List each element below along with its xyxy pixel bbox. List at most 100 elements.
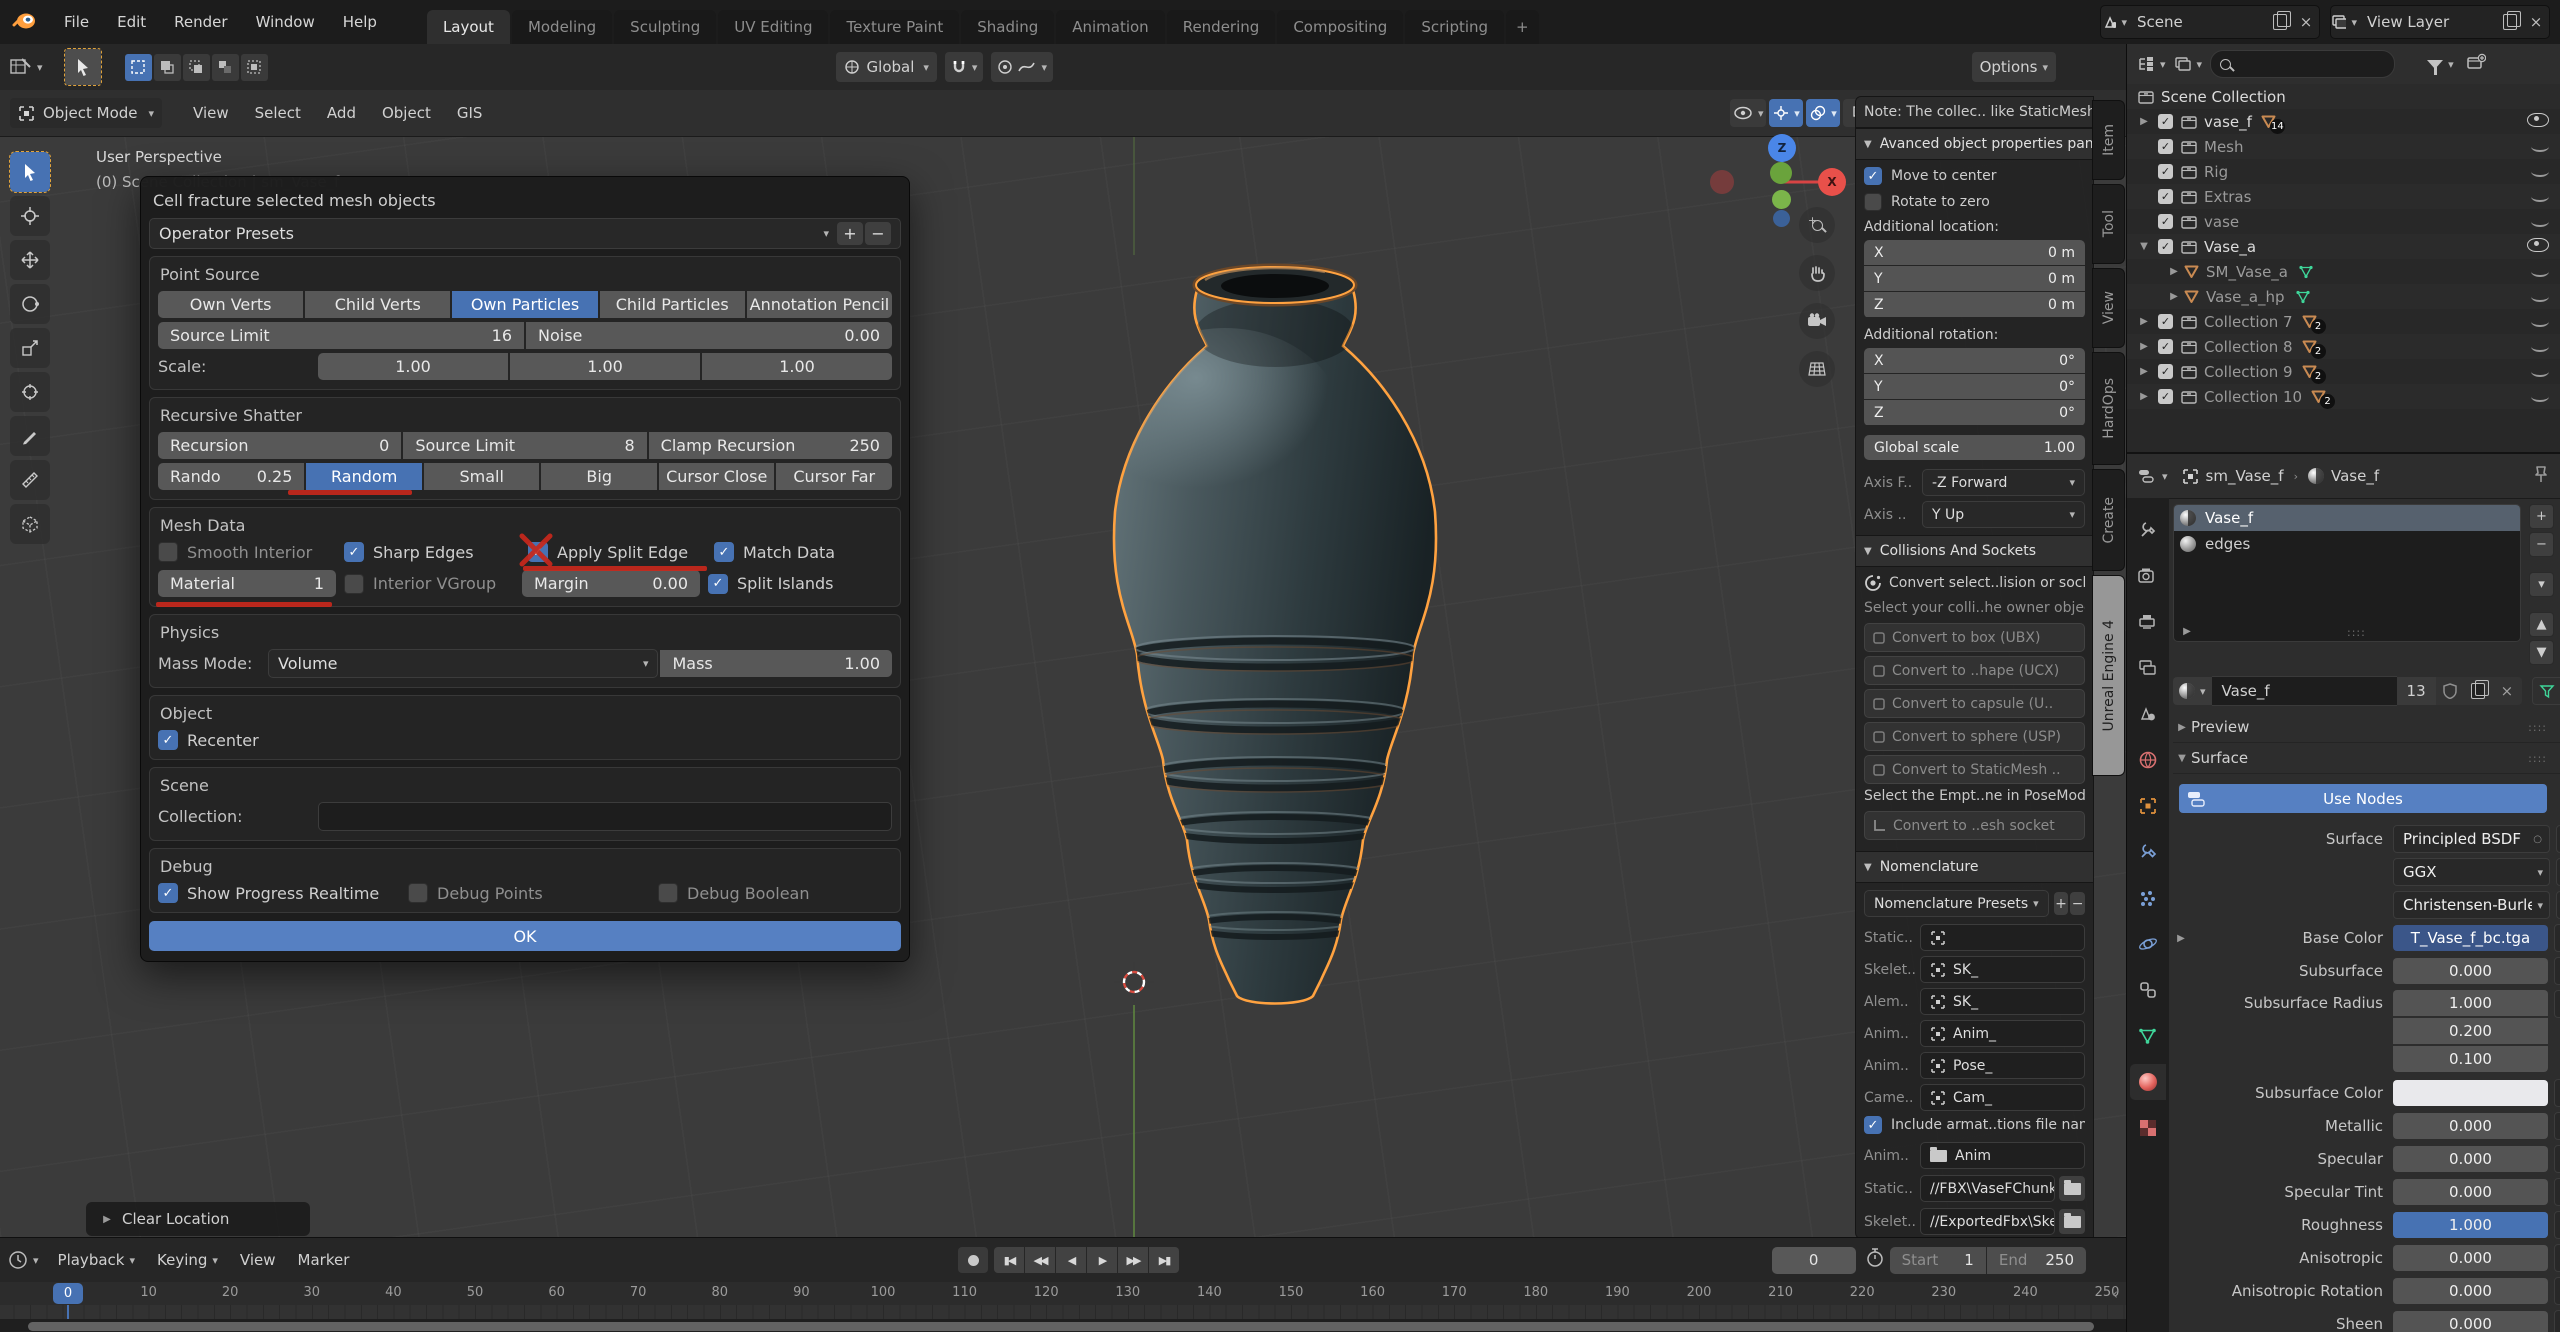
properties-tab-physics[interactable] bbox=[2130, 926, 2166, 962]
convert-collision-button[interactable]: Convert select..lision or socket bbox=[1864, 574, 2085, 592]
visibility-eye-icon[interactable] bbox=[2531, 263, 2549, 281]
point-source-own-particles[interactable]: Own Particles bbox=[452, 291, 597, 318]
gizmo-axis-x-neg[interactable] bbox=[1710, 170, 1734, 194]
gizmo-axis-y[interactable] bbox=[1770, 162, 1792, 184]
prop-metallic-slider[interactable]: 0.000 bbox=[2393, 1113, 2548, 1139]
playhead-frame-badge[interactable]: 0 bbox=[53, 1283, 83, 1304]
clear-location-panel[interactable]: ▶Clear Location bbox=[86, 1202, 310, 1236]
prop-ggx-link-button[interactable]: ○ bbox=[2556, 858, 2560, 886]
visibility-eye-icon[interactable] bbox=[2531, 188, 2549, 206]
select-mode-invert-button[interactable] bbox=[212, 54, 239, 81]
vase-object[interactable] bbox=[1075, 238, 1475, 1028]
material-unlink-button[interactable]: × bbox=[2492, 677, 2523, 705]
collision-button-0[interactable]: Convert to box (UBX) bbox=[1864, 623, 2085, 652]
prop-subsurface-link-button[interactable]: ○ bbox=[2554, 957, 2560, 985]
transform-orientation-dropdown[interactable]: Global▾ bbox=[836, 52, 937, 82]
outliner-item-collection-7[interactable]: ▶✓Collection 72 bbox=[2127, 309, 2560, 334]
axis-up-dropdown[interactable]: Y Up▾ bbox=[1922, 501, 2085, 528]
tool-select-button[interactable] bbox=[10, 152, 50, 192]
collision-button-2[interactable]: Convert to capsule (U.. bbox=[1864, 689, 2085, 718]
prop-christensen-burley-dropdown[interactable]: Christensen-Burley▾ bbox=[2393, 891, 2550, 919]
prop-metallic-link-button[interactable]: ○ bbox=[2554, 1112, 2560, 1140]
slot-specials-button[interactable]: ▾ bbox=[2529, 572, 2554, 597]
outliner-display-mode-button[interactable]: ▾ bbox=[2174, 56, 2203, 72]
outliner-item-collection-10[interactable]: ▶✓Collection 102 bbox=[2127, 384, 2560, 409]
tool-cursor-button[interactable] bbox=[10, 196, 50, 236]
prefix-input-4[interactable]: Pose_ bbox=[1920, 1052, 2085, 1079]
properties-tab-tool[interactable] bbox=[2130, 512, 2166, 548]
point-source-own-verts[interactable]: Own Verts bbox=[158, 291, 303, 318]
menu-edit[interactable]: Edit bbox=[103, 7, 160, 37]
preview-panel-header[interactable]: ▶Preview :::: bbox=[2173, 712, 2560, 743]
recursion-source-limit-field[interactable]: Source Limit8 bbox=[403, 432, 646, 459]
interior-vgroup-checkbox[interactable]: Interior VGroup bbox=[344, 574, 522, 594]
rotation-z-field[interactable]: Z0° bbox=[1864, 400, 2085, 425]
collision-button-4[interactable]: Convert to StaticMesh .. bbox=[1864, 755, 2085, 784]
snap-toggle-button[interactable]: ▾ bbox=[945, 52, 984, 82]
recenter-checkbox[interactable]: Recenter bbox=[158, 730, 892, 750]
view-layer-name[interactable]: View Layer bbox=[2357, 13, 2497, 31]
tool-scale-button[interactable] bbox=[10, 328, 50, 368]
nomenclature-remove-button[interactable]: − bbox=[2070, 892, 2085, 915]
material-slot-Vase_f[interactable]: Vase_f bbox=[2174, 505, 2520, 531]
n-panel-tab-hardops[interactable]: HardOps bbox=[2092, 352, 2125, 465]
point-source-child-particles[interactable]: Child Particles bbox=[600, 291, 745, 318]
proportional-editing-button[interactable]: ▾ bbox=[991, 52, 1053, 82]
select-mode-extend-button[interactable] bbox=[154, 54, 181, 81]
menu-help[interactable]: Help bbox=[329, 7, 391, 37]
workspace-tab-layout[interactable]: Layout bbox=[427, 10, 510, 44]
smooth-interior-checkbox[interactable]: Smooth Interior bbox=[158, 542, 344, 562]
outliner-checkbox[interactable]: ✓ bbox=[2158, 339, 2173, 354]
scale-field-0[interactable]: 1.00 bbox=[318, 353, 508, 380]
scale-field-1[interactable]: 1.00 bbox=[510, 353, 700, 380]
workspace-tab-texture-paint[interactable]: Texture Paint bbox=[830, 10, 959, 44]
collisions-header[interactable]: ▼Collisions And Sockets bbox=[1856, 535, 2093, 567]
match-data-checkbox[interactable]: Match Data bbox=[714, 542, 892, 562]
debug-points-checkbox[interactable]: Debug Points bbox=[408, 883, 658, 903]
noise-field[interactable]: Noise0.00 bbox=[526, 322, 892, 349]
properties-tab-output[interactable] bbox=[2130, 604, 2166, 640]
anim-folder-field[interactable]: Anim bbox=[1920, 1142, 2085, 1169]
visibility-eye-icon[interactable] bbox=[2531, 313, 2549, 331]
prefix-input-1[interactable]: SK_ bbox=[1920, 956, 2085, 983]
rotation-x-field[interactable]: X0° bbox=[1864, 348, 2085, 373]
n-panel-tab-create[interactable]: Create bbox=[2092, 469, 2125, 571]
include-armature-checkbox[interactable]: Include armat..tions file name bbox=[1864, 1116, 2085, 1134]
operator-presets-dropdown[interactable]: Operator Presets▾ + − bbox=[149, 218, 901, 249]
properties-tab-object-data[interactable] bbox=[2130, 1018, 2166, 1054]
pan-widget[interactable] bbox=[1799, 255, 1835, 291]
point-source-annotation-pencil[interactable]: Annotation Pencil bbox=[747, 291, 892, 318]
outliner-root[interactable]: Scene Collection bbox=[2127, 84, 2560, 109]
frame-end-field[interactable]: End250 bbox=[1987, 1247, 2086, 1274]
prop-ggx-dropdown[interactable]: GGX▾ bbox=[2393, 858, 2550, 886]
workspace-tab-animation[interactable]: Animation bbox=[1056, 10, 1164, 44]
location-z-field[interactable]: Z0 m bbox=[1864, 292, 2085, 317]
viewport-3d[interactable]: Object Mode▾ ViewSelectAddObjectGIS ▾ ▾ … bbox=[0, 90, 2126, 1237]
breadcrumb-material[interactable]: Vase_f bbox=[2308, 467, 2379, 485]
prop-subsurface-color-link-button[interactable]: ○ bbox=[2554, 1079, 2560, 1107]
frame-start-field[interactable]: Start1 bbox=[1890, 1247, 1986, 1274]
material-copy-button[interactable] bbox=[2464, 677, 2492, 705]
scene-copy-icon[interactable] bbox=[2267, 9, 2293, 35]
outliner-checkbox[interactable]: ✓ bbox=[2158, 364, 2173, 379]
view-layer-copy-icon[interactable] bbox=[2497, 9, 2523, 35]
rotate-to-zero-checkbox[interactable]: Rotate to zero bbox=[1864, 193, 2085, 211]
breadcrumb-object[interactable]: sm_Vase_f bbox=[2182, 467, 2284, 485]
viewport-menu-gis[interactable]: GIS bbox=[444, 98, 496, 128]
recursion-mode-big[interactable]: Big bbox=[541, 463, 657, 490]
collection-input[interactable] bbox=[318, 802, 892, 831]
n-panel-tab-view[interactable]: View bbox=[2092, 268, 2125, 348]
prop-subsurface-radius-1[interactable]: 0.200 bbox=[2393, 1018, 2548, 1044]
pin-icon[interactable] bbox=[2533, 465, 2549, 487]
viewport-menu-view[interactable]: View bbox=[180, 98, 242, 128]
n-panel-tab-item[interactable]: Item bbox=[2092, 100, 2125, 180]
outliner-item-collection-8[interactable]: ▶✓Collection 82 bbox=[2127, 334, 2560, 359]
play-button[interactable]: ▶ bbox=[1087, 1247, 1117, 1273]
outliner-checkbox[interactable]: ✓ bbox=[2158, 189, 2173, 204]
prop-subsurface-radius-link-button[interactable]: ○ bbox=[2554, 990, 2560, 1018]
recursion-mode-cursor-close[interactable]: Cursor Close bbox=[659, 463, 775, 490]
prop-base-color-link-button[interactable]: ○ bbox=[2554, 924, 2560, 952]
outliner-checkbox[interactable]: ✓ bbox=[2158, 389, 2173, 404]
visibility-eye-icon[interactable] bbox=[2527, 238, 2549, 256]
global-scale-field[interactable]: Global scale1.00 bbox=[1864, 435, 2085, 460]
